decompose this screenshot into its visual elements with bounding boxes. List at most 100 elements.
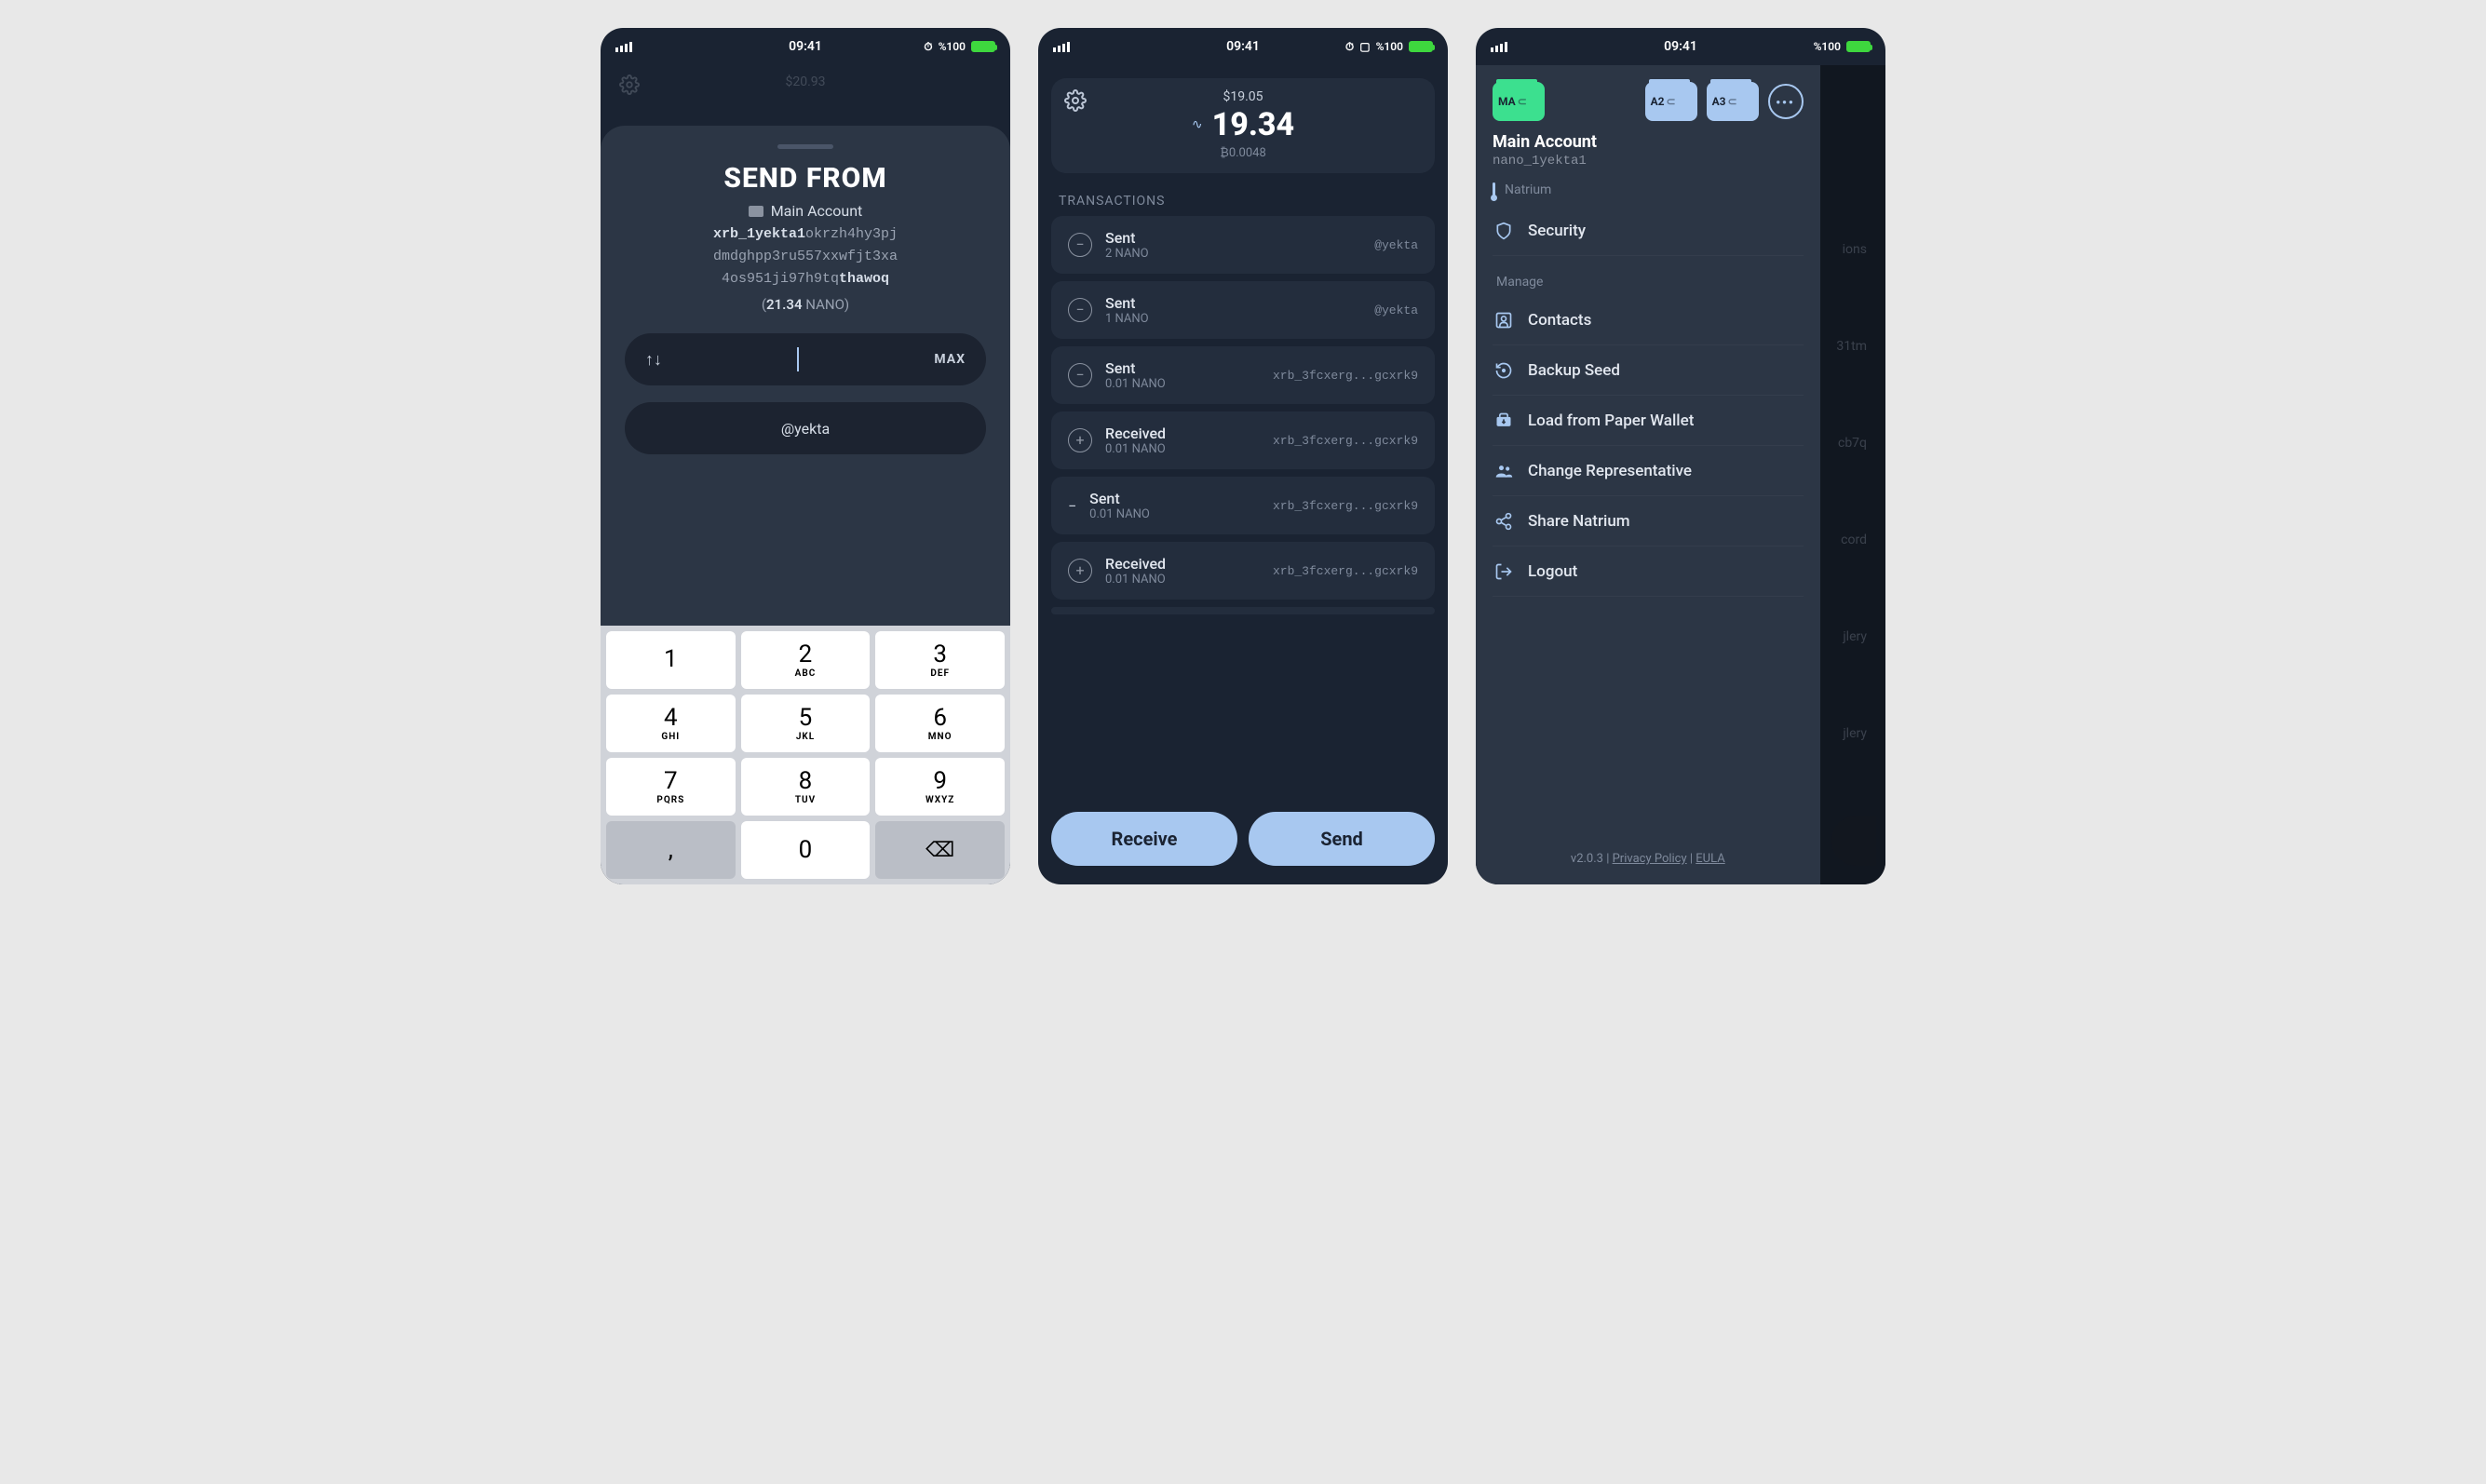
active-account-name: Main Account bbox=[1493, 132, 1804, 152]
transaction-row[interactable]: + Received0.01 NANO xrb_3fcxerg...gcxrk9 bbox=[1051, 542, 1435, 600]
action-buttons: Receive Send bbox=[1038, 797, 1448, 884]
sent-icon: − bbox=[1068, 298, 1092, 322]
send-from-title: SEND FROM bbox=[625, 162, 986, 195]
key-5[interactable]: 5JKL bbox=[741, 695, 871, 752]
paper-wallet-icon bbox=[1493, 411, 1515, 430]
timer-icon: ⏱ bbox=[924, 40, 932, 54]
balance-nano: 19.34 bbox=[1212, 106, 1295, 143]
key-8[interactable]: 8TUV bbox=[741, 758, 871, 816]
status-bar: 09:41 ⏱ ▢ %100 bbox=[1038, 28, 1448, 65]
balance-usd: $19.05 bbox=[1066, 89, 1420, 104]
sent-icon: − bbox=[1068, 233, 1092, 257]
restore-icon bbox=[1493, 361, 1515, 380]
settings-item-contacts[interactable]: Contacts bbox=[1493, 295, 1804, 345]
account-card-a2[interactable]: A2⊂ bbox=[1645, 82, 1697, 121]
key-comma[interactable]: , bbox=[606, 821, 736, 879]
key-6[interactable]: 6MNO bbox=[875, 695, 1005, 752]
nano-logo-icon: ∿ bbox=[1192, 117, 1203, 132]
account-card-main[interactable]: MA⊂ bbox=[1493, 82, 1545, 121]
wallet-icon bbox=[749, 206, 763, 217]
key-9[interactable]: 9WXYZ bbox=[875, 758, 1005, 816]
battery-percent: %100 bbox=[1814, 40, 1841, 53]
status-bar: 09:41 %100 bbox=[1476, 28, 1885, 65]
settings-item-logout[interactable]: Logout bbox=[1493, 546, 1804, 597]
signal-icon bbox=[615, 42, 632, 52]
mirror-icon: ▢ bbox=[1359, 40, 1370, 53]
bg-button-partial bbox=[1831, 816, 1876, 866]
account-more-button[interactable]: ●●● bbox=[1768, 84, 1804, 119]
settings-item-share[interactable]: Share Natrium bbox=[1493, 496, 1804, 546]
battery-icon bbox=[1846, 41, 1871, 52]
tx-address: xrb_3fcxerg...gcxrk9 bbox=[1273, 499, 1418, 513]
balance-card: $19.05 ∿ 19.34 ₿0.0048 bbox=[1051, 78, 1435, 173]
contact-icon bbox=[1493, 311, 1515, 330]
privacy-link[interactable]: Privacy Policy bbox=[1613, 852, 1687, 866]
tx-address: @yekta bbox=[1374, 304, 1418, 317]
settings-item-backup[interactable]: Backup Seed bbox=[1493, 345, 1804, 396]
swap-currency-icon[interactable]: ↑↓ bbox=[645, 350, 662, 370]
max-button[interactable]: MAX bbox=[934, 352, 966, 367]
theme-row[interactable]: Natrium bbox=[1493, 174, 1804, 206]
theme-label: Natrium bbox=[1505, 182, 1551, 197]
settings-item-security[interactable]: Security bbox=[1493, 206, 1804, 256]
phone-send: 09:41 ⏱ %100 $20.93 SEND FROM Main Accou… bbox=[601, 28, 1010, 884]
send-button[interactable]: Send bbox=[1249, 812, 1435, 866]
transactions-list[interactable]: − Sent2 NANO @yekta − Sent1 NANO @yekta … bbox=[1038, 216, 1448, 797]
key-2[interactable]: 2ABC bbox=[741, 631, 871, 689]
people-icon bbox=[1493, 462, 1515, 480]
key-4[interactable]: 4GHI bbox=[606, 695, 736, 752]
section-manage: Manage bbox=[1496, 275, 1804, 290]
transaction-row[interactable]: − Sent0.01 NANO xrb_3fcxerg...gcxrk9 bbox=[1051, 477, 1435, 534]
transaction-row[interactable]: − Sent0.01 NANO xrb_3fcxerg...gcxrk9 bbox=[1051, 346, 1435, 404]
key-7[interactable]: 7PQRS bbox=[606, 758, 736, 816]
transaction-row[interactable]: + Received0.01 NANO xrb_3fcxerg...gcxrk9 bbox=[1051, 411, 1435, 469]
status-time: 09:41 bbox=[1226, 39, 1260, 54]
numeric-keypad: 1 2ABC 3DEF 4GHI 5JKL 6MNO 7PQRS 8TUV 9W… bbox=[601, 626, 1010, 884]
transaction-row[interactable]: − Sent2 NANO @yekta bbox=[1051, 216, 1435, 274]
phone-settings: 09:41 %100 ions 31tm cb7q cord jlery jle… bbox=[1476, 28, 1885, 884]
source-account-label: Main Account bbox=[771, 202, 863, 220]
account-card-a3[interactable]: A3⊂ bbox=[1707, 82, 1759, 121]
phone-transactions: 09:41 ⏱ ▢ %100 $19.05 ∿ 19.34 ₿0.0048 TR… bbox=[1038, 28, 1448, 884]
signal-icon bbox=[1053, 42, 1070, 52]
settings-drawer: MA⊂ A2⊂ A3⊂ ●●● Main Account nano_1yekta… bbox=[1476, 65, 1820, 884]
recipient-field[interactable]: @yekta bbox=[625, 402, 986, 454]
shield-icon bbox=[1493, 222, 1515, 240]
recipient-value: @yekta bbox=[781, 420, 830, 438]
sent-icon: − bbox=[1068, 363, 1092, 387]
settings-item-label: Change Representative bbox=[1528, 462, 1692, 480]
settings-gear-icon[interactable] bbox=[1064, 89, 1087, 112]
drawer-footer: v2.0.3 | Privacy Policy | EULA bbox=[1493, 843, 1804, 875]
active-account-address: nano_1yekta1 bbox=[1493, 154, 1804, 169]
amount-input[interactable]: ↑↓ MAX bbox=[625, 333, 986, 385]
balance-btc: ₿0.0048 bbox=[1066, 145, 1420, 160]
key-backspace[interactable]: ⌫ bbox=[875, 821, 1005, 879]
bg-balance-dimmed: $20.93 bbox=[601, 65, 1010, 99]
source-account[interactable]: Main Account bbox=[625, 202, 986, 220]
sheet-handle[interactable] bbox=[777, 144, 833, 149]
receive-button[interactable]: Receive bbox=[1051, 812, 1237, 866]
status-bar: 09:41 ⏱ %100 bbox=[601, 28, 1010, 65]
eula-link[interactable]: EULA bbox=[1696, 852, 1724, 866]
key-3[interactable]: 3DEF bbox=[875, 631, 1005, 689]
settings-item-paperwallet[interactable]: Load from Paper Wallet bbox=[1493, 396, 1804, 446]
battery-icon bbox=[971, 41, 995, 52]
settings-item-label: Backup Seed bbox=[1528, 361, 1620, 380]
battery-icon bbox=[1409, 41, 1433, 52]
source-address: xrb_1yekta1okrzh4hy3pj dmdghpp3ru557xxwf… bbox=[625, 223, 986, 290]
tx-address: xrb_3fcxerg...gcxrk9 bbox=[1273, 369, 1418, 383]
thermometer-icon bbox=[1493, 182, 1495, 197]
settings-item-label: Load from Paper Wallet bbox=[1528, 411, 1694, 430]
key-1[interactable]: 1 bbox=[606, 631, 736, 689]
tx-address: @yekta bbox=[1374, 238, 1418, 252]
account-switcher: MA⊂ A2⊂ A3⊂ ●●● bbox=[1493, 82, 1804, 121]
transaction-row[interactable]: − Sent1 NANO @yekta bbox=[1051, 281, 1435, 339]
status-time: 09:41 bbox=[789, 39, 822, 54]
logout-icon bbox=[1493, 562, 1515, 581]
received-icon: + bbox=[1068, 428, 1092, 452]
settings-item-changerep[interactable]: Change Representative bbox=[1493, 446, 1804, 496]
transaction-row-partial bbox=[1051, 607, 1435, 614]
amount-field[interactable] bbox=[675, 347, 921, 371]
key-0[interactable]: 0 bbox=[741, 821, 871, 879]
share-icon bbox=[1493, 512, 1515, 531]
